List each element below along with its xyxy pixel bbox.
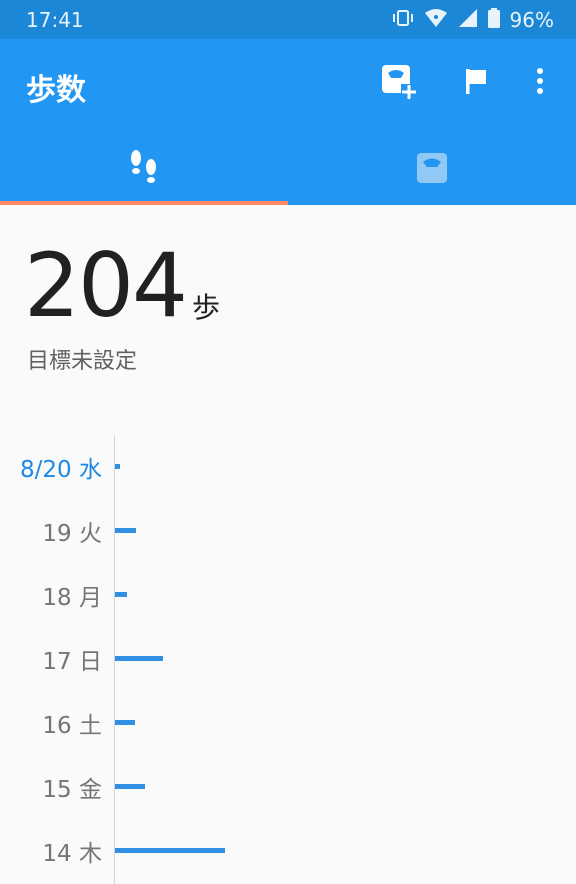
tab-indicator (0, 201, 288, 205)
chart-day-label: 17 日 (42, 649, 102, 675)
battery-icon (487, 8, 500, 32)
flag-icon (461, 66, 491, 100)
vibrate-icon (392, 8, 414, 32)
chart-day-label: 14 木 (42, 841, 102, 867)
footsteps-icon (127, 148, 161, 192)
chart-day-bar[interactable] (115, 720, 135, 725)
chart-day-bar[interactable] (115, 656, 163, 661)
status-bar: 17:41 96% (0, 0, 576, 39)
battery-percent: 96% (509, 8, 554, 32)
chart-day-bar[interactable] (115, 848, 225, 853)
chart-day-bar[interactable] (115, 592, 127, 597)
more-vert-icon (535, 66, 545, 100)
goal-flag-button[interactable] (456, 63, 496, 103)
more-options-button[interactable] (520, 63, 560, 103)
chart-day-bar[interactable] (115, 464, 120, 469)
tab-steps[interactable] (0, 135, 288, 205)
scale-icon (416, 152, 448, 188)
cell-signal-icon (458, 8, 478, 32)
page-title: 歩数 (26, 73, 86, 108)
steps-count: 204 (24, 234, 188, 337)
chart-day-bar[interactable] (115, 528, 136, 533)
chart-day-bar[interactable] (115, 784, 145, 789)
chart-day-label: 15 金 (42, 777, 102, 803)
add-weight-button[interactable] (378, 63, 418, 103)
chart-day-label: 19 火 (42, 521, 102, 547)
chart-day-label: 8/20 水 (20, 457, 102, 483)
app-bar: 歩数 (0, 39, 576, 205)
tab-weight[interactable] (288, 135, 576, 205)
chart-day-label: 16 土 (42, 713, 102, 739)
status-time: 17:41 (26, 8, 84, 32)
chart-day-label: 18 月 (42, 585, 102, 611)
goal-status: 目標未設定 (27, 349, 138, 374)
status-icons: 96% (392, 6, 554, 34)
steps-unit: 歩 (192, 291, 221, 324)
scale-add-icon (379, 62, 417, 104)
wifi-icon (424, 8, 448, 32)
